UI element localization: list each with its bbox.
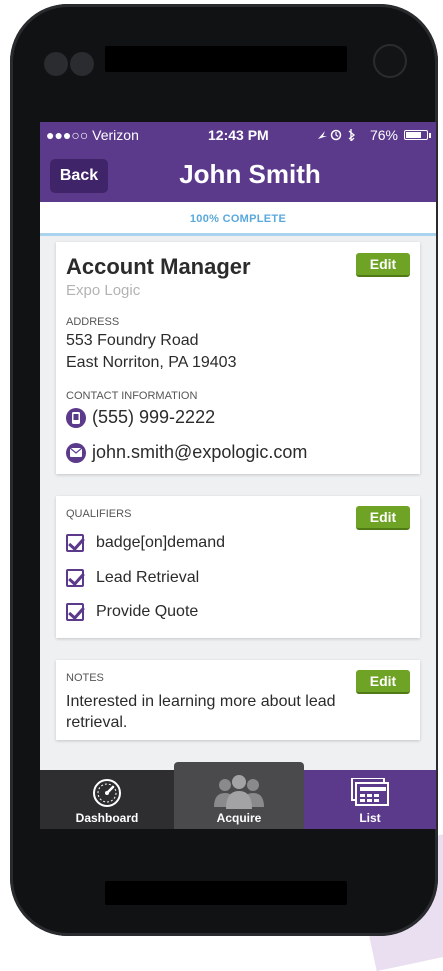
battery-fill — [406, 132, 422, 138]
email-icon — [66, 442, 86, 463]
qualifiers-card: QUALIFIERS Edit badge[on]demand Lead Ret… — [56, 496, 420, 638]
clock-time: 12:43 PM — [208, 127, 269, 143]
qualifier-label: badge[on]demand — [96, 534, 225, 551]
dashboard-gauge-icon — [93, 779, 121, 807]
tab-acquire-label: Acquire — [216, 811, 262, 825]
page-title: John Smith — [179, 159, 321, 189]
sensor-dot — [44, 52, 68, 76]
sensor-dot — [70, 52, 94, 76]
email-address: john.smith@expologic.com — [92, 442, 308, 462]
earpiece-speaker — [105, 46, 347, 72]
carrier-label: ●●●○○ Verizon — [46, 127, 139, 143]
back-button[interactable]: Back — [50, 159, 108, 193]
tab-dashboard-label: Dashboard — [75, 811, 139, 825]
qualifier-item[interactable]: Lead Retrieval — [66, 569, 199, 587]
edit-notes-button[interactable]: Edit — [356, 670, 410, 694]
qualifiers-label: QUALIFIERS — [66, 508, 132, 520]
completion-progress: 100% COMPLETE — [40, 202, 436, 236]
qualifier-item[interactable]: Provide Quote — [66, 603, 198, 621]
job-title: Account Manager — [66, 254, 251, 279]
app-screen: ●●●○○ Verizon 12:43 PM 76% Back John Smi… — [40, 122, 436, 829]
checkbox-checked-icon — [66, 603, 84, 621]
contact-card: Account Manager Expo Logic Edit ADDRESS … — [56, 242, 420, 474]
tab-dashboard[interactable]: Dashboard — [40, 770, 174, 829]
phone-row[interactable]: (555) 999-2222 — [66, 407, 215, 428]
phone-icon — [66, 407, 86, 428]
tab-bar: Dashboard Acquire List — [40, 762, 436, 829]
checkbox-checked-icon — [66, 534, 84, 552]
tab-acquire[interactable]: Acquire — [174, 762, 304, 829]
completion-label: 100% COMPLETE — [189, 213, 287, 225]
contact-info-label: CONTACT INFORMATION — [66, 390, 198, 402]
people-group-icon — [214, 775, 264, 809]
company-name: Expo Logic — [66, 282, 141, 299]
notes-text: Interested in learning more about lead r… — [66, 693, 336, 731]
status-bar: ●●●○○ Verizon 12:43 PM 76% — [40, 122, 436, 147]
front-camera — [373, 44, 407, 78]
phone-frame: ●●●○○ Verizon 12:43 PM 76% Back John Smi… — [10, 4, 438, 936]
battery-percent: 76% — [369, 127, 398, 143]
navigation-bar: Back John Smith — [40, 147, 436, 202]
battery-icon — [404, 130, 431, 140]
home-bar — [105, 881, 347, 905]
edit-contact-button[interactable]: Edit — [356, 253, 410, 277]
status-icons — [317, 129, 356, 141]
address-line-1: 553 Foundry Road — [66, 332, 199, 349]
list-cards-icon — [351, 778, 389, 806]
qualifier-label: Lead Retrieval — [96, 569, 200, 586]
address-line-2: East Norriton, PA 19403 — [66, 354, 237, 371]
tab-list[interactable]: List — [304, 770, 436, 829]
qualifier-label: Provide Quote — [96, 603, 199, 620]
checkbox-checked-icon — [66, 569, 84, 587]
tab-list-label: List — [359, 811, 381, 825]
qualifier-item[interactable]: badge[on]demand — [66, 534, 225, 552]
phone-number: (555) 999-2222 — [92, 407, 216, 427]
notes-label: NOTES — [66, 672, 104, 684]
edit-qualifiers-button[interactable]: Edit — [356, 506, 410, 530]
notes-card: NOTES Edit Interested in learning more a… — [56, 660, 420, 740]
address-label: ADDRESS — [66, 316, 120, 328]
email-row[interactable]: john.smith@expologic.com — [66, 442, 307, 463]
